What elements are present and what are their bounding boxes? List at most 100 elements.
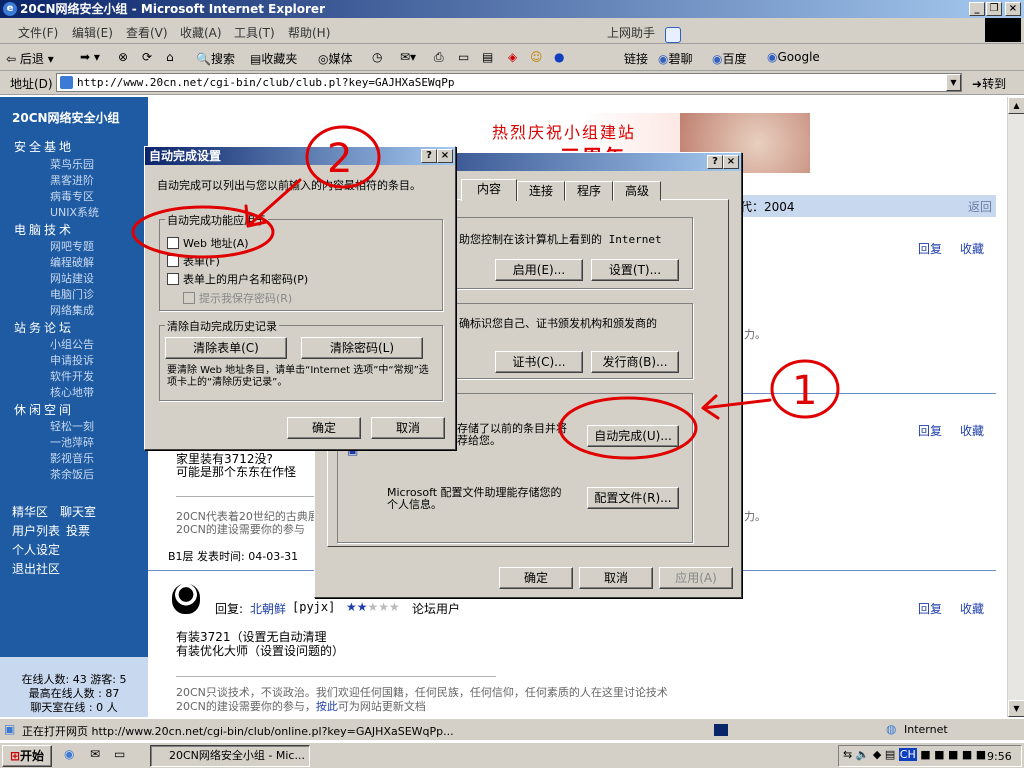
- sidebar-item[interactable]: 病毒专区: [50, 188, 94, 204]
- link-logout[interactable]: 退出社区: [12, 560, 60, 577]
- settings-button[interactable]: 设置(T)...: [591, 259, 679, 281]
- smiley-icon[interactable]: ☺: [530, 50, 543, 64]
- web-address-checkbox[interactable]: [167, 237, 179, 249]
- messenger-icon[interactable]: ●: [554, 50, 564, 64]
- tray-icons[interactable]: ⇆ 🔈 ◆ ▤ CH ■ ■ ■ ■ ■: [843, 748, 986, 761]
- quicklaunch-desktop-icon[interactable]: ▭: [114, 747, 125, 761]
- scroll-down-icon[interactable]: ▼: [1008, 700, 1024, 717]
- sidebar-item[interactable]: 一池萍碎: [50, 434, 94, 450]
- refresh-icon[interactable]: ⟳: [142, 50, 152, 64]
- link-digest[interactable]: 精华区: [12, 503, 48, 520]
- discuss-icon[interactable]: ▤: [482, 50, 493, 64]
- link-biliao[interactable]: ◉碧聊: [658, 50, 693, 67]
- credentials-checkbox[interactable]: [167, 273, 179, 285]
- update-link[interactable]: 按此: [316, 700, 338, 713]
- start-button[interactable]: ⊞开始: [2, 745, 52, 767]
- tab-content[interactable]: 内容: [461, 179, 517, 201]
- check-icon[interactable]: [665, 21, 681, 43]
- go-button[interactable]: ➜转到: [972, 75, 1006, 92]
- publishers-button[interactable]: 发行商(B)...: [591, 351, 679, 373]
- forward-button[interactable]: ➡ ▾: [80, 50, 100, 64]
- tab-connections[interactable]: 连接: [517, 181, 565, 201]
- sidebar-item[interactable]: UNIX系统: [50, 204, 99, 220]
- stop-icon[interactable]: ⊗: [118, 50, 128, 64]
- dialog-close-button[interactable]: ×: [723, 155, 739, 169]
- sidebar-item[interactable]: 黑客进阶: [50, 172, 94, 188]
- collect-link[interactable]: 收藏: [960, 422, 984, 439]
- tab-advanced[interactable]: 高级: [613, 181, 661, 201]
- reply-user[interactable]: 北朝鲜: [250, 600, 286, 617]
- link-vote[interactable]: 投票: [66, 522, 90, 539]
- sidebar-item[interactable]: 核心地带: [50, 384, 94, 400]
- close-button[interactable]: ×: [1005, 2, 1021, 16]
- sidebar-item[interactable]: 茶余饭后: [50, 466, 94, 482]
- sidebar-item[interactable]: 网络集成: [50, 302, 94, 318]
- media-button[interactable]: ◎媒体: [318, 50, 353, 67]
- prompt-save-checkbox[interactable]: [183, 292, 195, 304]
- menu-tools[interactable]: 工具(T): [234, 24, 275, 41]
- link-chat[interactable]: 聊天室: [60, 503, 96, 520]
- help-button[interactable]: ?: [421, 149, 437, 163]
- restore-button[interactable]: ❐: [986, 2, 1002, 16]
- clear-forms-button[interactable]: 清除表单(C): [165, 337, 287, 359]
- shield-icon[interactable]: ◈: [508, 50, 517, 64]
- back-button[interactable]: ⇦ 后退 ▾: [6, 50, 54, 67]
- history-icon[interactable]: ◷: [372, 50, 382, 64]
- reply-link[interactable]: 回复: [918, 422, 942, 439]
- enable-button[interactable]: 启用(E)...: [495, 259, 583, 281]
- back-link[interactable]: 返回: [968, 198, 992, 215]
- sidebar-item[interactable]: 影视音乐: [50, 450, 94, 466]
- site-title[interactable]: 20CN网络安全小组: [12, 109, 120, 126]
- sidebar-item[interactable]: 编程破解: [50, 254, 94, 270]
- reply-link[interactable]: 回复: [918, 600, 942, 617]
- sidebar-item[interactable]: 网吧专题: [50, 238, 94, 254]
- reply-link[interactable]: 回复: [918, 240, 942, 257]
- menu-favorites[interactable]: 收藏(A): [180, 24, 222, 41]
- quicklaunch-outlook-icon[interactable]: ✉: [90, 747, 100, 761]
- search-button[interactable]: 🔍搜索: [196, 50, 235, 67]
- sidebar-item[interactable]: 电脑门诊: [50, 286, 94, 302]
- mail-icon[interactable]: ✉▾: [400, 50, 416, 64]
- address-input[interactable]: http://www.20cn.net/cgi-bin/club/club.pl…: [56, 73, 962, 92]
- link-baidu[interactable]: ◉百度: [712, 50, 747, 67]
- sidebar-item[interactable]: 菜鸟乐园: [50, 156, 94, 172]
- autocomplete-cancel-button[interactable]: 取消: [371, 417, 445, 439]
- link-settings[interactable]: 个人设定: [12, 541, 60, 558]
- menu-view[interactable]: 查看(V): [126, 24, 168, 41]
- menu-help[interactable]: 帮助(H): [288, 24, 330, 41]
- collect-link[interactable]: 收藏: [960, 240, 984, 257]
- forms-checkbox[interactable]: [167, 255, 179, 267]
- print-icon[interactable]: ⎙: [434, 50, 444, 65]
- vertical-scrollbar[interactable]: ▲ ▼: [1007, 97, 1024, 717]
- sidebar-item[interactable]: 网站建设: [50, 270, 94, 286]
- sidebar-item[interactable]: 申请投诉: [50, 352, 94, 368]
- options-apply-button[interactable]: 应用(A): [659, 567, 733, 589]
- certificates-button[interactable]: 证书(C)...: [495, 351, 583, 373]
- autocomplete-ok-button[interactable]: 确定: [287, 417, 361, 439]
- menu-edit[interactable]: 编辑(E): [72, 24, 113, 41]
- scroll-up-icon[interactable]: ▲: [1008, 97, 1024, 114]
- sidebar-item[interactable]: 小组公告: [50, 336, 94, 352]
- link-userlist[interactable]: 用户列表: [12, 522, 60, 539]
- link-google[interactable]: ◉Google: [767, 50, 820, 64]
- clear-passwords-button[interactable]: 清除密码(L): [301, 337, 423, 359]
- autocomplete-button[interactable]: 自动完成(U)...: [587, 425, 679, 447]
- dialog-close-button[interactable]: ×: [437, 149, 453, 163]
- help-button[interactable]: ?: [707, 155, 723, 169]
- profile-button[interactable]: 配置文件(R)...: [587, 487, 679, 509]
- edit-icon[interactable]: ▭: [458, 50, 469, 64]
- home-icon[interactable]: ⌂: [166, 50, 174, 64]
- menu-file[interactable]: 文件(F): [18, 24, 58, 41]
- tab-programs[interactable]: 程序: [565, 181, 613, 201]
- options-ok-button[interactable]: 确定: [499, 567, 573, 589]
- sidebar-item[interactable]: 轻松一刻: [50, 418, 94, 434]
- favorites-button[interactable]: ▤收藏夹: [250, 50, 297, 67]
- sidebar-item[interactable]: 软件开发: [50, 368, 94, 384]
- address-dropdown-icon[interactable]: ▼: [946, 74, 961, 91]
- minimize-button[interactable]: _: [969, 2, 985, 16]
- task-button-ie[interactable]: 20CN网络安全小组 - Mic...: [150, 745, 310, 767]
- quicklaunch-ie-icon[interactable]: ◉: [64, 747, 74, 761]
- assistant-label[interactable]: 上网助手: [607, 24, 655, 41]
- options-cancel-button[interactable]: 取消: [579, 567, 653, 589]
- collect-link[interactable]: 收藏: [960, 600, 984, 617]
